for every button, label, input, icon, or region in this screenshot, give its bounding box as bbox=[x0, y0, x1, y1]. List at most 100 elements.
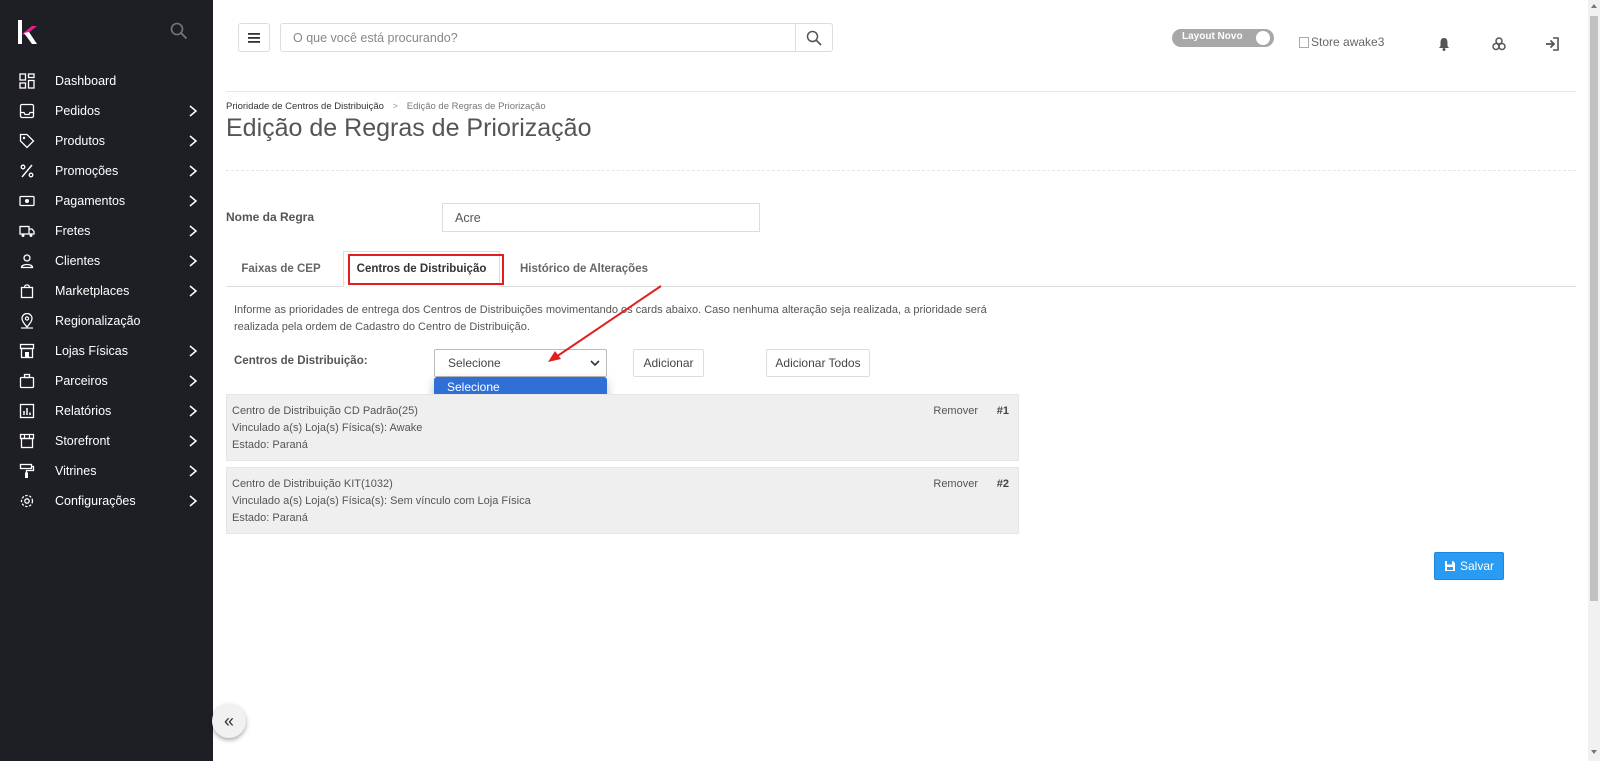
sidebar: Dashboard Pedidos Produtos Promoções Pag… bbox=[0, 0, 213, 761]
user-icon bbox=[20, 254, 34, 269]
sidebar-item-promocoes[interactable]: Promoções bbox=[0, 156, 213, 186]
scrollbar-thumb[interactable] bbox=[1590, 16, 1598, 601]
paint-roller-icon bbox=[19, 463, 35, 478]
bell-icon[interactable] bbox=[1436, 36, 1452, 52]
sidebar-item-configuracoes[interactable]: Configurações bbox=[0, 486, 213, 516]
sidebar-item-label: Pedidos bbox=[55, 104, 101, 118]
card-store-link: Vinculado a(s) Loja(s) Física(s): Awake bbox=[232, 422, 423, 434]
add-all-button[interactable]: Adicionar Todos bbox=[766, 349, 870, 377]
tabs: Faixas de CEP Centros de Distribuição Hi… bbox=[226, 251, 1576, 287]
search-icon bbox=[806, 30, 822, 46]
card-store-link: Vinculado a(s) Loja(s) Física(s): Sem ví… bbox=[232, 495, 531, 507]
sidebar-item-pagamentos[interactable]: Pagamentos bbox=[0, 186, 213, 216]
red-highlight-box bbox=[348, 254, 504, 285]
card-name: Centro de Distribuição KIT(1032) bbox=[232, 478, 393, 490]
remove-button[interactable]: Remover bbox=[933, 405, 978, 417]
chevron-right-icon bbox=[189, 375, 198, 387]
sidebar-item-marketplaces[interactable]: Marketplaces bbox=[0, 276, 213, 306]
sidebar-menu: Dashboard Pedidos Produtos Promoções Pag… bbox=[0, 66, 213, 516]
sidebar-item-label: Regionalização bbox=[55, 314, 141, 328]
divider bbox=[226, 91, 1576, 92]
briefcase-icon bbox=[19, 373, 35, 389]
sidebar-item-label: Vitrines bbox=[55, 464, 97, 478]
broken-image-icon bbox=[1299, 36, 1309, 48]
tab-historico-de-alteracoes[interactable]: Histórico de Alterações bbox=[509, 251, 659, 287]
logo[interactable] bbox=[18, 20, 38, 44]
tag-icon bbox=[19, 133, 35, 149]
sidebar-item-pedidos[interactable]: Pedidos bbox=[0, 96, 213, 126]
rule-name-label: Nome da Regra bbox=[226, 210, 315, 224]
sidebar-item-vitrines[interactable]: Vitrines bbox=[0, 456, 213, 486]
sidebar-item-parceiros[interactable]: Parceiros bbox=[0, 366, 213, 396]
chevron-right-icon bbox=[189, 435, 198, 447]
distribution-center-label: Centros de Distribuição: bbox=[234, 355, 368, 367]
distribution-center-card[interactable]: Centro de Distribuição KIT(1032) Vincula… bbox=[226, 467, 1019, 534]
divider bbox=[226, 170, 1576, 171]
remove-button[interactable]: Remover bbox=[933, 478, 978, 490]
save-button[interactable]: Salvar bbox=[1434, 552, 1504, 580]
distribution-center-card[interactable]: Centro de Distribuição CD Padrão(25) Vin… bbox=[226, 394, 1019, 461]
location-pin-icon bbox=[21, 313, 33, 329]
store-image: Store awake3 bbox=[1299, 35, 1384, 49]
card-name: Centro de Distribuição CD Padrão(25) bbox=[232, 405, 418, 417]
sidebar-item-fretes[interactable]: Fretes bbox=[0, 216, 213, 246]
sidebar-item-label: Storefront bbox=[55, 434, 110, 448]
percent-icon bbox=[20, 164, 34, 178]
chevron-right-icon bbox=[189, 405, 198, 417]
sidebar-item-label: Promoções bbox=[55, 164, 119, 178]
truck-icon bbox=[19, 225, 35, 237]
search-icon[interactable] bbox=[170, 22, 188, 40]
chevron-right-icon bbox=[189, 495, 198, 507]
scroll-up-arrow-icon[interactable] bbox=[1591, 4, 1597, 8]
sidebar-item-lojas-fisicas[interactable]: Lojas Físicas bbox=[0, 336, 213, 366]
chevron-right-icon bbox=[189, 285, 198, 297]
store-icon bbox=[19, 343, 35, 359]
breadcrumb: Prioridade de Centros de Distribuição > … bbox=[226, 101, 546, 112]
double-chevron-left-icon: « bbox=[223, 710, 234, 731]
store-image-alt: Store awake3 bbox=[1311, 35, 1385, 49]
breadcrumb-parent-link[interactable]: Prioridade de Centros de Distribuição bbox=[226, 101, 384, 112]
sidebar-item-relatorios[interactable]: Relatórios bbox=[0, 396, 213, 426]
network-icon[interactable] bbox=[1491, 36, 1507, 52]
sidebar-item-label: Fretes bbox=[55, 224, 91, 238]
sidebar-item-label: Relatórios bbox=[55, 404, 112, 418]
sidebar-item-label: Clientes bbox=[55, 254, 101, 268]
sidebar-item-label: Configurações bbox=[55, 494, 136, 508]
red-annotation-arrow bbox=[548, 285, 662, 362]
sidebar-item-dashboard[interactable]: Dashboard bbox=[0, 66, 213, 96]
card-rank: #1 bbox=[996, 405, 1009, 417]
storefront-icon bbox=[19, 433, 35, 449]
sidebar-item-label: Marketplaces bbox=[55, 284, 130, 298]
sidebar-item-regionalizacao[interactable]: Regionalização bbox=[0, 306, 213, 336]
sidebar-item-clientes[interactable]: Clientes bbox=[0, 246, 213, 276]
option-label: Selecione bbox=[447, 380, 500, 394]
sidebar-item-storefront[interactable]: Storefront bbox=[0, 426, 213, 456]
tab-label: Histórico de Alterações bbox=[519, 263, 649, 275]
dashboard-icon bbox=[19, 73, 35, 89]
global-search bbox=[280, 23, 833, 52]
card-state: Estado: Paraná bbox=[232, 439, 308, 451]
layout-novo-toggle[interactable]: Layout Novo bbox=[1172, 29, 1274, 47]
search-button[interactable] bbox=[795, 24, 832, 51]
search-input[interactable] bbox=[281, 24, 791, 51]
sidebar-item-label: Parceiros bbox=[55, 374, 108, 388]
scroll-down-arrow-icon[interactable] bbox=[1591, 750, 1597, 754]
chevron-right-icon bbox=[189, 135, 198, 147]
toggle-knob bbox=[1256, 31, 1270, 45]
hamburger-icon bbox=[248, 32, 260, 43]
sidebar-item-produtos[interactable]: Produtos bbox=[0, 126, 213, 156]
sidebar-item-label: Pagamentos bbox=[55, 194, 126, 208]
rule-name-input[interactable] bbox=[442, 203, 760, 232]
chevron-right-icon bbox=[189, 345, 198, 357]
page-scrollbar[interactable] bbox=[1588, 0, 1600, 761]
chevron-right-icon bbox=[189, 225, 198, 237]
logout-icon[interactable] bbox=[1544, 36, 1560, 52]
collapse-sidebar-button[interactable]: « bbox=[212, 704, 246, 738]
tab-faixas-de-cep[interactable]: Faixas de CEP bbox=[226, 251, 336, 287]
tab-label: Faixas de CEP bbox=[241, 263, 321, 275]
tab-centros-de-distribuicao[interactable]: Centros de Distribuição bbox=[343, 251, 504, 287]
menu-toggle-button[interactable] bbox=[238, 23, 270, 52]
sidebar-item-label: Dashboard bbox=[55, 74, 117, 88]
sidebar-item-label: Lojas Físicas bbox=[55, 344, 128, 358]
breadcrumb-current: Edição de Regras de Priorização bbox=[406, 101, 546, 112]
